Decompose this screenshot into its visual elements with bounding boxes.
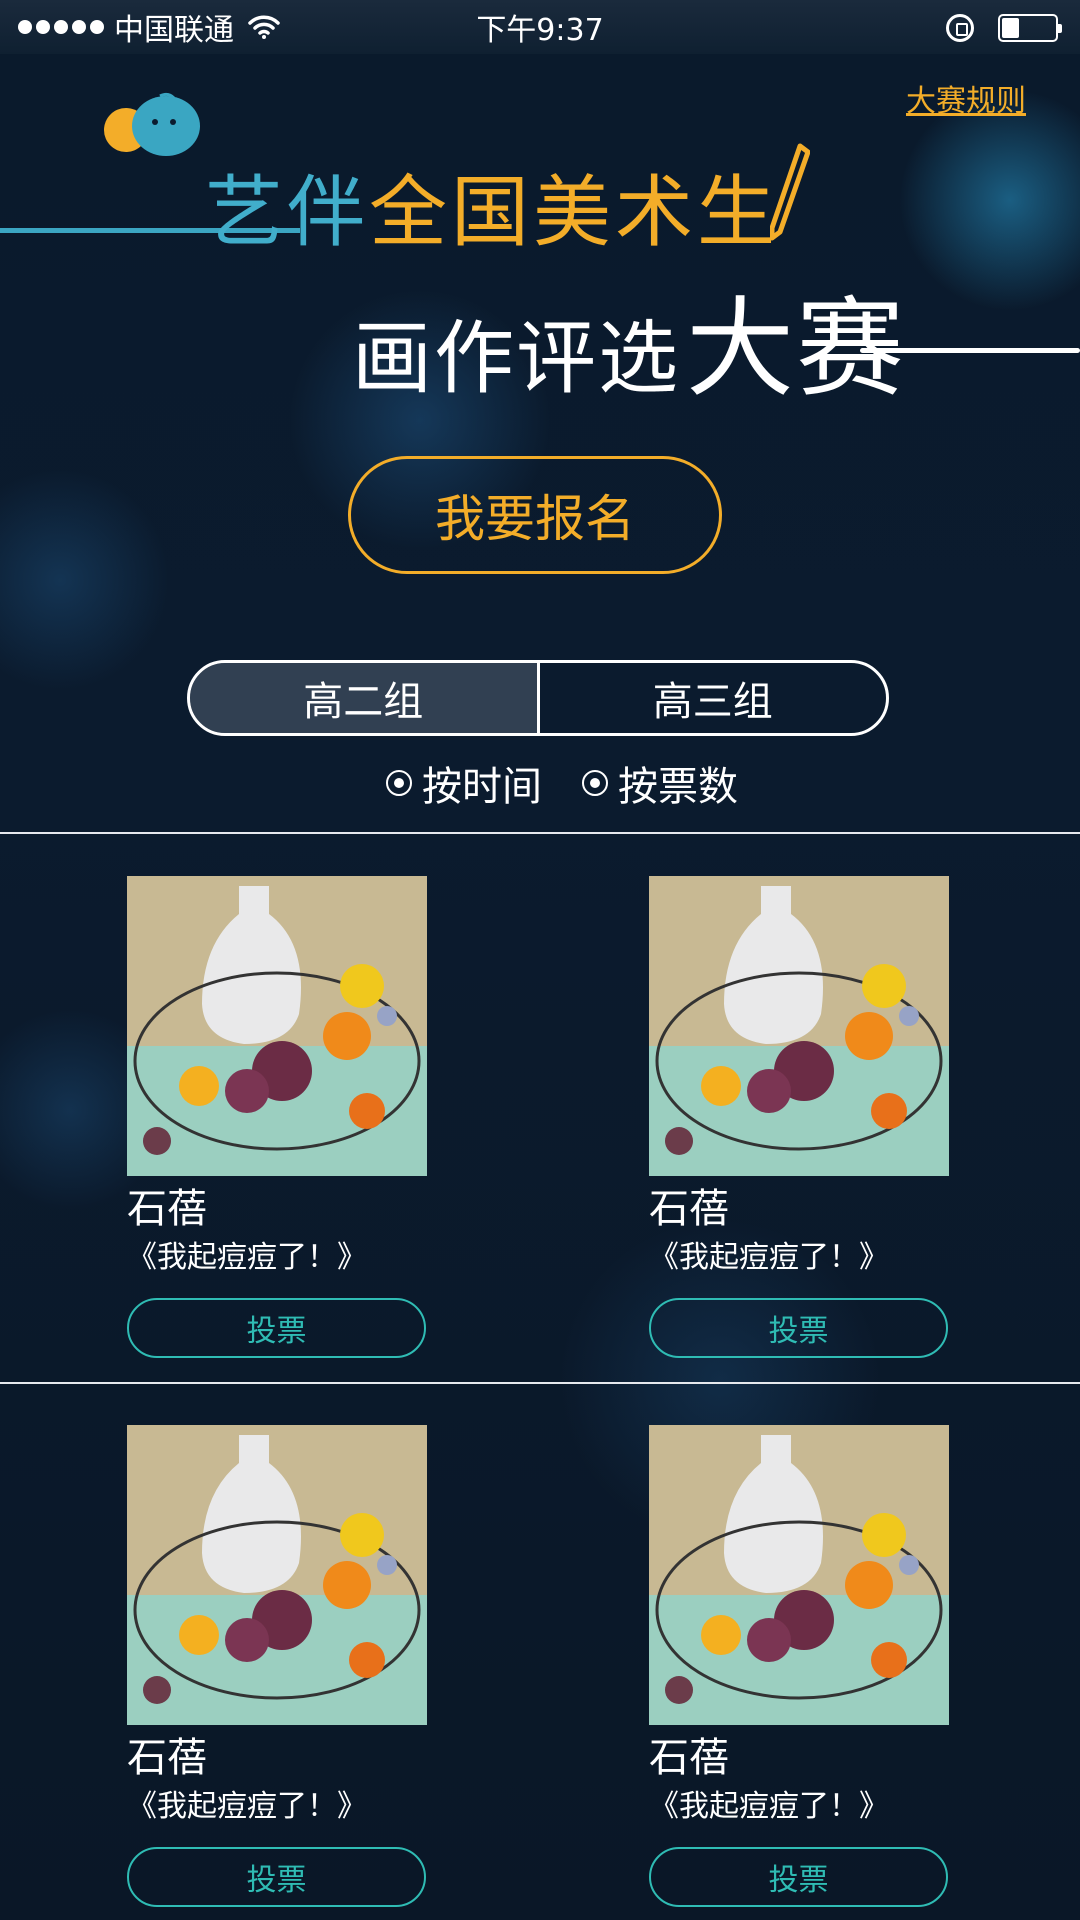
title-brand: 艺伴 bbox=[205, 168, 370, 258]
sort-by-time[interactable]: 按时间 bbox=[386, 754, 542, 812]
artwork-thumbnail[interactable] bbox=[127, 1425, 427, 1725]
artist-name: 石蓓 bbox=[127, 1735, 207, 1781]
vote-button[interactable]: 投票 bbox=[649, 1847, 948, 1907]
artist-name: 石蓓 bbox=[127, 1186, 207, 1232]
wifi-icon bbox=[248, 15, 280, 39]
radio-icon bbox=[582, 770, 608, 796]
sort-by-votes[interactable]: 按票数 bbox=[582, 754, 738, 812]
pencil-icon bbox=[770, 143, 810, 241]
artwork-thumbnail[interactable] bbox=[127, 876, 427, 1176]
entry-card: 石蓓 《我起痘痘了！》 投票 bbox=[127, 876, 427, 1358]
divider bbox=[0, 1382, 1080, 1384]
tab-grade-12[interactable]: 高三组 bbox=[540, 663, 887, 733]
artwork-title: 《我起痘痘了！》 bbox=[127, 1240, 367, 1275]
signal-strength-icon bbox=[18, 20, 104, 34]
mascot-icon bbox=[104, 92, 200, 156]
tab-grade-11[interactable]: 高二组 bbox=[190, 663, 540, 733]
sort-by-time-label: 按时间 bbox=[422, 764, 542, 810]
status-bar: 中国联通 下午9:37 bbox=[0, 0, 1080, 54]
title-line2-text: 画作评选 bbox=[352, 312, 680, 405]
artist-name: 石蓓 bbox=[649, 1186, 729, 1232]
battery-icon bbox=[998, 14, 1062, 42]
vote-button[interactable]: 投票 bbox=[127, 1298, 426, 1358]
artwork-thumbnail[interactable] bbox=[649, 876, 949, 1176]
entry-card: 石蓓 《我起痘痘了！》 投票 bbox=[127, 1425, 427, 1907]
sort-by-votes-label: 按票数 bbox=[618, 764, 738, 810]
contest-title-line1: 艺伴全国美术生 bbox=[205, 150, 779, 262]
artist-name: 石蓓 bbox=[649, 1735, 729, 1781]
divider bbox=[0, 832, 1080, 834]
artwork-title: 《我起痘痘了！》 bbox=[649, 1240, 889, 1275]
artwork-thumbnail[interactable] bbox=[649, 1425, 949, 1725]
entry-card: 石蓓 《我起痘痘了！》 投票 bbox=[649, 1425, 949, 1907]
group-segmented-control: 高二组 高三组 bbox=[187, 660, 889, 736]
sort-options: 按时间 按票数 bbox=[386, 754, 778, 812]
radio-icon bbox=[386, 770, 412, 796]
signup-button[interactable]: 我要报名 bbox=[348, 456, 722, 574]
entry-card: 石蓓 《我起痘痘了！》 投票 bbox=[649, 876, 949, 1358]
artwork-title: 《我起痘痘了！》 bbox=[649, 1789, 889, 1824]
rotation-lock-icon bbox=[946, 14, 974, 42]
title-subject: 全国美术生 bbox=[369, 168, 780, 258]
title-underline-right bbox=[860, 348, 1080, 353]
vote-button[interactable]: 投票 bbox=[649, 1298, 948, 1358]
contest-rules-link[interactable]: 大赛规则 bbox=[906, 76, 1026, 120]
carrier-name: 中国联通 bbox=[114, 13, 234, 48]
artwork-title: 《我起痘痘了！》 bbox=[127, 1789, 367, 1824]
contest-title-line2: 画作评选大赛 bbox=[352, 262, 906, 418]
vote-button[interactable]: 投票 bbox=[127, 1847, 426, 1907]
